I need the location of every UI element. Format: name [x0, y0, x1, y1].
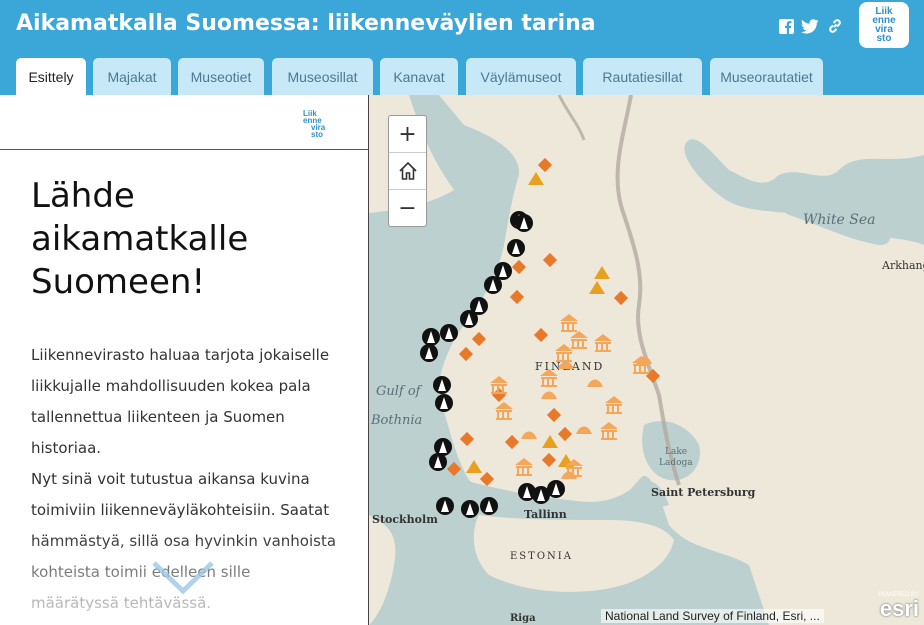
zoom-out-button[interactable]: −	[389, 190, 426, 226]
logo-line: sto	[311, 130, 323, 139]
heading-line: aikamatkalle	[31, 219, 249, 259]
app-title: Aikamatkalla Suomessa: liikenneväylien t…	[16, 11, 596, 36]
paragraph-line: Nyt sinä voit tutustua aikansa kuvina	[31, 470, 310, 488]
lighthouse-marker[interactable]	[515, 214, 533, 232]
museum-marker[interactable]	[560, 314, 578, 332]
bridge-marker[interactable]	[537, 157, 553, 173]
bridge-marker[interactable]	[471, 331, 487, 347]
bridge-marker[interactable]	[645, 368, 661, 384]
tab-majakat[interactable]: Majakat	[93, 58, 171, 95]
logo-text: Liik enne vira sto	[872, 7, 895, 44]
paragraph-line: liikkujalle mahdollisuuden kokea pala	[31, 377, 311, 395]
tab-museorautatiet[interactable]: Museorautatiet	[710, 58, 823, 95]
railway-bridge-marker[interactable]	[561, 471, 577, 480]
intro-heading: Lähde aikamatkalle Suomeen!	[31, 175, 331, 304]
railway-bridge-marker[interactable]	[576, 426, 592, 435]
museum-marker[interactable]	[570, 331, 588, 349]
lighthouse-marker[interactable]	[433, 376, 451, 394]
paragraph-line: tallennettua liikenteen ja Suomen	[31, 408, 285, 426]
museum-marker[interactable]	[600, 422, 618, 440]
canal-marker[interactable]	[466, 460, 482, 473]
bridge-marker[interactable]	[541, 452, 557, 468]
lighthouse-marker[interactable]	[422, 328, 440, 346]
tab-rautatiesillat[interactable]: Rautatiesillat	[583, 58, 702, 95]
intro-panel: Liik enne vira sto Lähde aikamatkalle Su…	[0, 95, 369, 625]
scroll-down-chevron-icon[interactable]	[150, 557, 216, 601]
lighthouse-marker[interactable]	[436, 497, 454, 515]
bridge-marker[interactable]	[479, 471, 495, 487]
bridge-marker[interactable]	[613, 290, 629, 306]
bridge-marker[interactable]	[509, 289, 525, 305]
museum-marker[interactable]	[540, 369, 558, 387]
railway-bridge-marker[interactable]	[558, 361, 574, 370]
facebook-icon[interactable]	[777, 17, 795, 35]
logo-line: sto	[876, 33, 892, 44]
lighthouse-marker[interactable]	[484, 276, 502, 294]
bridge-marker[interactable]	[458, 346, 474, 362]
marker-layer	[420, 157, 661, 518]
lighthouse-marker[interactable]	[547, 480, 565, 498]
panel-logo-bar: Liik enne vira sto	[0, 95, 368, 150]
museum-marker[interactable]	[495, 402, 513, 420]
tab-esittely[interactable]: Esittely	[16, 58, 86, 95]
home-button[interactable]	[389, 153, 426, 190]
paragraph-line: hämmästyä, sillä osa hyvinkin vanhoista	[31, 532, 337, 550]
lighthouse-marker[interactable]	[440, 324, 458, 342]
railway-bridge-marker[interactable]	[587, 379, 603, 388]
tab-museotiet[interactable]: Museotiet	[178, 58, 264, 95]
paragraph-line: historiaa.	[31, 439, 102, 457]
map-view[interactable]: White Sea Arkhang FINLAND Gulf of Bothni…	[369, 95, 924, 625]
panel-logo: Liik enne vira sto	[303, 110, 325, 139]
canal-marker[interactable]	[542, 435, 558, 448]
railway-bridge-marker[interactable]	[541, 391, 557, 400]
lighthouse-marker[interactable]	[461, 500, 479, 518]
museum-marker[interactable]	[515, 458, 533, 476]
canal-marker[interactable]	[594, 266, 610, 279]
link-icon[interactable]	[825, 17, 845, 35]
paragraph-line: toimiviin liikenneväyläkohteisiin. Saata…	[31, 501, 330, 519]
railway-bridge-marker[interactable]	[521, 431, 537, 440]
railway-bridge-marker[interactable]	[636, 356, 652, 365]
lighthouse-marker[interactable]	[435, 394, 453, 412]
bridge-marker[interactable]	[542, 252, 558, 268]
app-header: Aikamatkalla Suomessa: liikenneväylien t…	[0, 0, 924, 95]
museum-marker[interactable]	[605, 396, 623, 414]
paragraph-line: Liikennevirasto haluaa tarjota jokaisell…	[31, 346, 330, 364]
tab-kanavat[interactable]: Kanavat	[380, 58, 458, 95]
zoom-controls: + −	[388, 115, 427, 227]
lighthouse-marker[interactable]	[480, 497, 498, 515]
tab-museosillat[interactable]: Museosillat	[272, 58, 373, 95]
bridge-marker[interactable]	[511, 259, 527, 275]
lighthouse-marker[interactable]	[420, 344, 438, 362]
twitter-icon[interactable]	[800, 17, 820, 35]
home-icon	[398, 161, 417, 180]
canal-marker[interactable]	[528, 172, 544, 185]
lighthouse-marker[interactable]	[507, 239, 525, 257]
bridge-marker[interactable]	[533, 327, 549, 343]
zoom-in-button[interactable]: +	[389, 116, 426, 153]
esri-wordmark: esri	[879, 596, 919, 621]
bridge-marker[interactable]	[557, 426, 573, 442]
map-attribution[interactable]: National Land Survey of Finland, Esri, .…	[601, 609, 824, 623]
bridge-marker[interactable]	[446, 461, 462, 477]
lighthouse-marker[interactable]	[429, 453, 447, 471]
tab-vaylamuseot[interactable]: Väylämuseot	[466, 58, 576, 95]
museum-marker[interactable]	[594, 334, 612, 352]
lighthouse-marker[interactable]	[460, 310, 478, 328]
bridge-marker[interactable]	[504, 434, 520, 450]
museum-marker[interactable]	[490, 376, 508, 394]
esri-logo[interactable]: POWERED BY esri	[859, 592, 919, 622]
museum-marker[interactable]	[555, 344, 573, 362]
bridge-marker[interactable]	[546, 407, 562, 423]
canal-marker[interactable]	[589, 281, 605, 294]
liikennevirasto-logo[interactable]: Liik enne vira sto	[859, 2, 909, 48]
bridge-marker[interactable]	[459, 431, 475, 447]
heading-line: Suomeen!	[31, 262, 206, 302]
heading-line: Lähde	[31, 176, 135, 216]
